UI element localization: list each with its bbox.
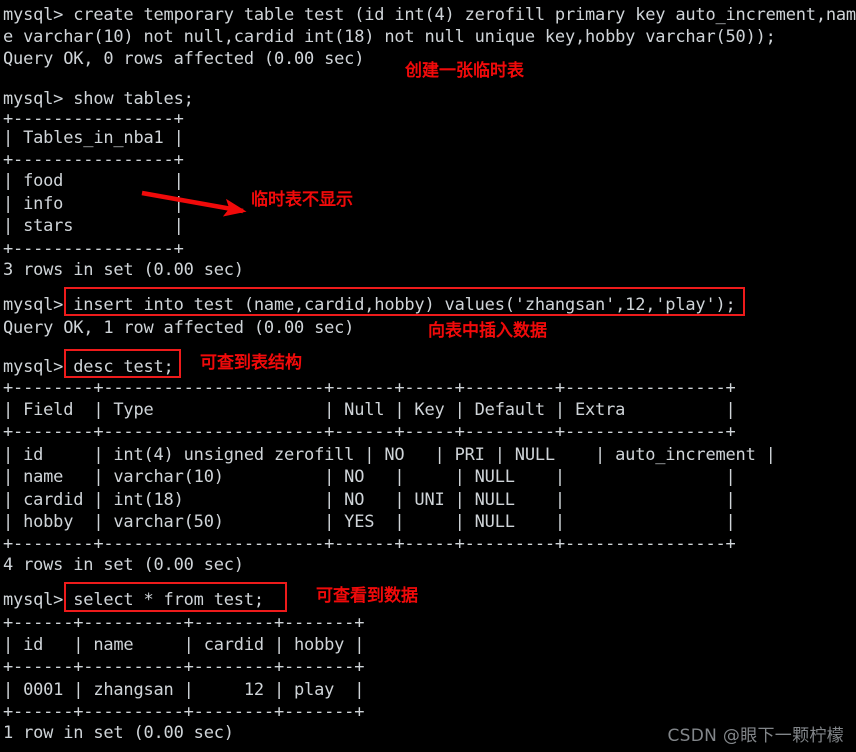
- annotation-temp-table-hidden: 临时表不显示: [251, 190, 353, 210]
- terminal-line: | id | name | cardid | hobby |: [3, 635, 365, 655]
- terminal-line: | Field | Type | Null | Key | Default | …: [3, 400, 736, 420]
- terminal-line: +------+----------+--------+-------+: [3, 613, 365, 633]
- watermark: CSDN @眼下一颗柠檬: [667, 726, 844, 746]
- terminal-line: | stars |: [3, 216, 184, 236]
- terminal-line: +------+----------+--------+-------+: [3, 657, 365, 677]
- annotation-insert-data: 向表中插入数据: [428, 321, 547, 341]
- terminal-line: +--------+----------------------+------+…: [3, 378, 736, 398]
- terminal-line: +--------+----------------------+------+…: [3, 534, 736, 554]
- terminal-line: | id | int(4) unsigned zerofill | NO | P…: [3, 445, 776, 465]
- terminal-line: +--------+----------------------+------+…: [3, 422, 736, 442]
- annotation-view-data: 可查看到数据: [316, 586, 418, 606]
- terminal-line: mysql> create temporary table test (id i…: [3, 5, 856, 25]
- annotation-create-temp-table: 创建一张临时表: [405, 61, 524, 81]
- terminal-line: mysql> insert into test (name,cardid,hob…: [3, 295, 736, 315]
- terminal-window[interactable]: mysql> create temporary table test (id i…: [0, 0, 856, 752]
- terminal-line: | food |: [3, 171, 184, 191]
- terminal-line: 1 row in set (0.00 sec): [3, 723, 234, 743]
- terminal-line: | hobby | varchar(50) | YES | | NULL | |: [3, 512, 736, 532]
- terminal-line: 4 rows in set (0.00 sec): [3, 555, 244, 575]
- terminal-line: mysql> select * from test;: [3, 590, 264, 610]
- terminal-line: | info |: [3, 194, 184, 214]
- terminal-line: +----------------+: [3, 150, 184, 170]
- terminal-line: Query OK, 0 rows affected (0.00 sec): [3, 49, 365, 69]
- terminal-line: 3 rows in set (0.00 sec): [3, 260, 244, 280]
- terminal-line: mysql> desc test;: [3, 357, 174, 377]
- terminal-line: | cardid | int(18) | NO | UNI | NULL | |: [3, 490, 736, 510]
- terminal-line: +----------------+: [3, 239, 184, 259]
- terminal-line: | name | varchar(10) | NO | | NULL | |: [3, 467, 736, 487]
- terminal-line: | Tables_in_nba1 |: [3, 128, 184, 148]
- annotation-view-structure: 可查到表结构: [200, 353, 302, 373]
- terminal-line: +------+----------+--------+-------+: [3, 702, 365, 722]
- terminal-line: Query OK, 1 row affected (0.00 sec): [3, 318, 355, 338]
- terminal-line: | 0001 | zhangsan | 12 | play |: [3, 680, 365, 700]
- terminal-line: e varchar(10) not null,cardid int(18) no…: [3, 27, 776, 47]
